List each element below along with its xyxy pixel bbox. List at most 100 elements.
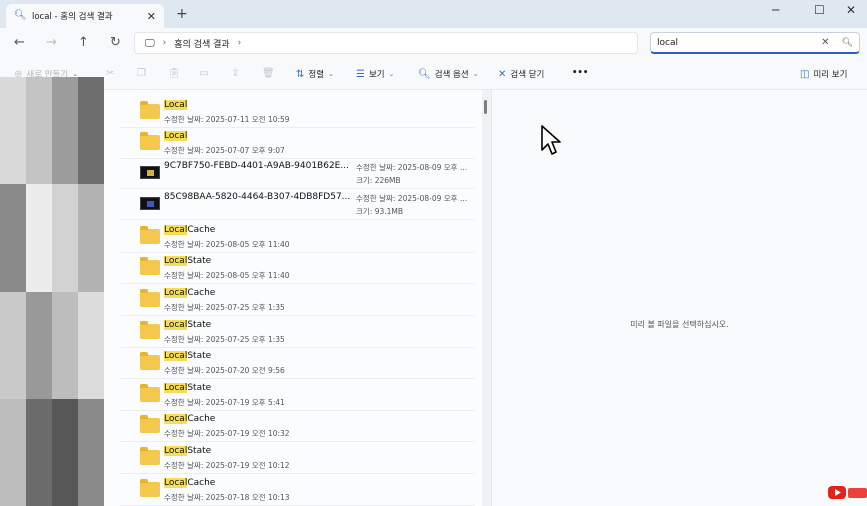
file-list-item[interactable]: Local 수정한 날짜: 2025-07-11 오전 10:59: [120, 96, 475, 128]
search-match-highlight: Local: [164, 288, 188, 298]
file-list-item[interactable]: LocalCache 수정한 날짜: 2025-07-18 오전 10:13: [120, 474, 475, 506]
tab-title: local - 홈의 검색 결과: [32, 12, 113, 22]
file-name: LocalState: [164, 256, 211, 266]
search-icon[interactable]: 🔍︎: [842, 38, 853, 48]
modified-date: 수정한 날짜: 2025-07-25 오후 1:35: [164, 335, 285, 344]
folder-icon: [140, 415, 160, 433]
preview-pane-button[interactable]: ◫ 미리 보기: [800, 68, 847, 81]
chevron-down-icon: ⌄: [472, 70, 479, 78]
delete-icon[interactable]: 🗑︎: [262, 68, 275, 79]
paste-icon[interactable]: 📋︎: [168, 68, 181, 79]
file-name: LocalCache: [164, 478, 215, 488]
file-list-item[interactable]: LocalState 수정한 날짜: 2025-07-19 오전 10:12: [120, 442, 475, 474]
share-icon[interactable]: ⇪: [231, 68, 239, 79]
close-tab-icon[interactable]: ✕: [147, 10, 156, 23]
tab-search-results[interactable]: 🔍︎ local - 홈의 검색 결과 ✕: [6, 4, 164, 28]
modified-date: 수정한 날짜: 2025-08-05 오후 11:40: [164, 240, 290, 249]
video-file-icon: [140, 166, 160, 179]
file-list-item[interactable]: 9C7BF750-FEBD-4401-A9AB-9401B62E... 수정한 날…: [120, 157, 475, 189]
search-input[interactable]: local ✕ 🔍︎: [650, 32, 860, 54]
back-button[interactable]: ←: [14, 35, 25, 50]
preview-pane-icon: ◫: [800, 68, 810, 80]
navigation-pane-blurred: [0, 77, 104, 506]
file-name-rest: Cache: [187, 414, 216, 424]
search-match-highlight: Local: [164, 478, 188, 488]
folder-icon: [140, 289, 160, 307]
rename-icon[interactable]: ▭: [199, 68, 208, 79]
file-name: 9C7BF750-FEBD-4401-A9AB-9401B62E...: [164, 161, 349, 171]
search-options-button[interactable]: 🔍︎ 검색 옵션 ⌄: [418, 68, 479, 81]
file-name: LocalState: [164, 320, 211, 330]
breadcrumb[interactable]: 홈의 검색 결과: [174, 37, 229, 50]
file-name: LocalCache: [164, 288, 215, 298]
cut-icon[interactable]: ✂: [106, 68, 114, 79]
search-match-highlight: Local: [164, 320, 188, 330]
search-match-highlight: Local: [164, 131, 188, 141]
scrollbar[interactable]: [484, 100, 487, 114]
file-list-item[interactable]: LocalState 수정한 날짜: 2025-08-05 오후 11:40: [120, 252, 475, 284]
file-list-item[interactable]: LocalCache 수정한 날짜: 2025-07-19 오전 10:32: [120, 410, 475, 442]
file-name: Local: [164, 100, 188, 110]
chevron-down-icon: ⌄: [388, 70, 395, 78]
file-list-item[interactable]: 85C98BAA-5820-4464-B307-4DB8FD57... 수정한 날…: [120, 188, 475, 220]
refresh-button[interactable]: ↻: [110, 35, 121, 50]
chevron-right-icon: ›: [162, 38, 167, 48]
file-name: LocalCache: [164, 225, 215, 235]
search-match-highlight: Local: [164, 414, 188, 424]
forward-button[interactable]: →: [46, 35, 57, 50]
file-name: LocalState: [164, 446, 211, 456]
maximize-button[interactable]: ☐: [814, 3, 825, 17]
up-button[interactable]: ↑: [78, 35, 89, 50]
file-list-item[interactable]: LocalCache 수정한 날짜: 2025-07-25 오후 1:35: [120, 284, 475, 316]
file-name-rest: Cache: [187, 225, 216, 235]
file-list-item[interactable]: LocalState 수정한 날짜: 2025-07-19 오후 5:41: [120, 379, 475, 411]
folder-icon: [140, 447, 160, 465]
title-bar: 🔍︎ local - 홈의 검색 결과 ✕ + ─ ☐ ✕: [0, 0, 867, 28]
file-list-item[interactable]: LocalState 수정한 날짜: 2025-07-25 오후 1:35: [120, 316, 475, 348]
sort-button[interactable]: ⇅ 정렬 ⌄: [296, 68, 334, 81]
minimize-button[interactable]: ─: [772, 3, 779, 17]
file-list: Local 수정한 날짜: 2025-07-11 오전 10:59 Local 수정한…: [104, 90, 482, 506]
file-list-item[interactable]: LocalCache 수정한 날짜: 2025-08-05 오후 11:40: [120, 221, 475, 253]
folder-icon: [140, 132, 160, 150]
more-options-button[interactable]: •••: [572, 68, 588, 78]
close-icon: ✕: [498, 68, 507, 80]
search-icon: 🔍︎: [14, 10, 27, 21]
search-value[interactable]: local: [657, 38, 821, 48]
search-match-highlight: Local: [164, 351, 188, 361]
modified-date: 수정한 날짜: 2025-08-09 오후 ...: [356, 194, 468, 203]
monitor-icon: 🖵︎: [145, 37, 155, 49]
file-size: 크기: 93.1MB: [356, 207, 404, 216]
modified-date: 수정한 날짜: 2025-07-25 오후 1:35: [164, 303, 285, 312]
close-search-button[interactable]: ✕ 검색 닫기: [498, 68, 545, 81]
modified-date: 수정한 날짜: 2025-07-20 오전 9:56: [164, 366, 285, 375]
address-bar[interactable]: 🖵︎ › 홈의 검색 결과 ›: [134, 32, 638, 54]
folder-icon: [140, 226, 160, 244]
close-search-label: 검색 닫기: [510, 70, 545, 80]
file-name-rest: State: [187, 351, 212, 361]
file-name-rest: Cache: [187, 478, 216, 488]
folder-icon: [140, 384, 160, 402]
file-name: LocalState: [164, 383, 211, 393]
address-row: ← → ↑ ↻ 🖵︎ › 홈의 검색 결과 › local ✕ 🔍︎: [0, 28, 867, 58]
video-file-icon: [140, 197, 160, 210]
view-button[interactable]: ☰ 보기 ⌄: [356, 68, 395, 81]
new-tab-button[interactable]: +: [176, 6, 188, 22]
copy-icon[interactable]: ❐: [137, 68, 146, 79]
view-icon: ☰: [356, 68, 365, 80]
modified-date: 수정한 날짜: 2025-07-19 오후 5:41: [164, 398, 285, 407]
file-name-rest: State: [187, 383, 212, 393]
modified-date: 수정한 날짜: 2025-08-05 오후 11:40: [164, 271, 290, 280]
file-list-item[interactable]: LocalState 수정한 날짜: 2025-07-20 오전 9:56: [120, 347, 475, 379]
clear-search-icon[interactable]: ✕: [821, 37, 829, 48]
mouse-cursor-icon: [541, 125, 561, 155]
folder-icon: [140, 257, 160, 275]
chevron-right-icon[interactable]: ›: [238, 38, 242, 48]
command-bar: ⊕ 새로 만들기 ⌄ ✂ ❐ 📋︎ ▭ ⇪ 🗑︎ ⇅ 정렬 ⌄ ☰ 보기 ⌄ 🔍…: [0, 58, 867, 90]
folder-icon: [140, 321, 160, 339]
search-match-highlight: Local: [164, 256, 188, 266]
sort-label: 정렬: [308, 70, 325, 80]
close-window-button[interactable]: ✕: [846, 3, 856, 17]
search-match-highlight: Local: [164, 225, 188, 235]
file-list-item[interactable]: Local 수정한 날짜: 2025-07-07 오후 9:07: [120, 127, 475, 159]
